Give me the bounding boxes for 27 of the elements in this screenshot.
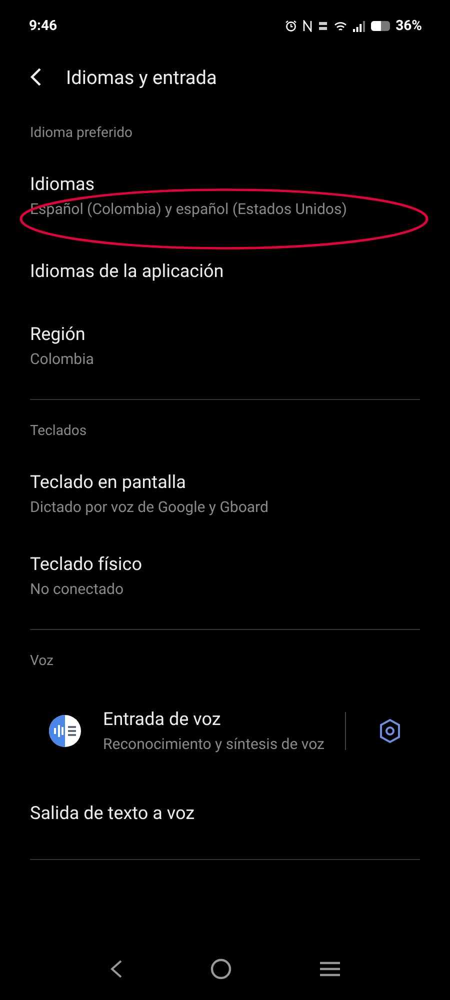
- setting-summary: Dictado por voz de Google y Gboard: [30, 498, 270, 516]
- setting-title[interactable]: Idiomas: [30, 174, 420, 195]
- setting-title[interactable]: Región: [30, 324, 420, 345]
- home-icon[interactable]: [210, 958, 232, 980]
- menu-icon[interactable]: [319, 960, 342, 978]
- setting-summary: Reconocimiento y síntesis de voz: [103, 735, 326, 753]
- status-time: 9:46: [29, 18, 58, 34]
- setting-title[interactable]: Salida de texto a voz: [30, 802, 420, 824]
- section-header: Teclados: [30, 422, 88, 441]
- back-icon[interactable]: [108, 959, 123, 979]
- setting-title[interactable]: Idiomas de la aplicación: [30, 260, 420, 282]
- alarm-icon: [284, 20, 297, 32]
- wifi-icon: [334, 20, 347, 32]
- settings-icon[interactable]: [378, 718, 402, 744]
- nfc-icon: [302, 20, 312, 32]
- setting-title[interactable]: Teclado físico: [30, 554, 420, 575]
- setting-title[interactable]: Teclado en pantalla: [30, 472, 420, 493]
- section-header: Idioma preferido: [30, 124, 134, 143]
- battery-percent: 36%: [396, 18, 422, 34]
- section-header: Voz: [30, 652, 54, 671]
- signal-icon: [352, 20, 365, 32]
- setting-summary: No conectado: [30, 580, 125, 598]
- setting-title[interactable]: Entrada de voz: [103, 709, 331, 730]
- battery-icon: [370, 21, 390, 31]
- page-title: Idiomas y entrada: [66, 66, 217, 88]
- voice-input-icon: [48, 714, 82, 748]
- setting-summary: Colombia: [30, 350, 95, 368]
